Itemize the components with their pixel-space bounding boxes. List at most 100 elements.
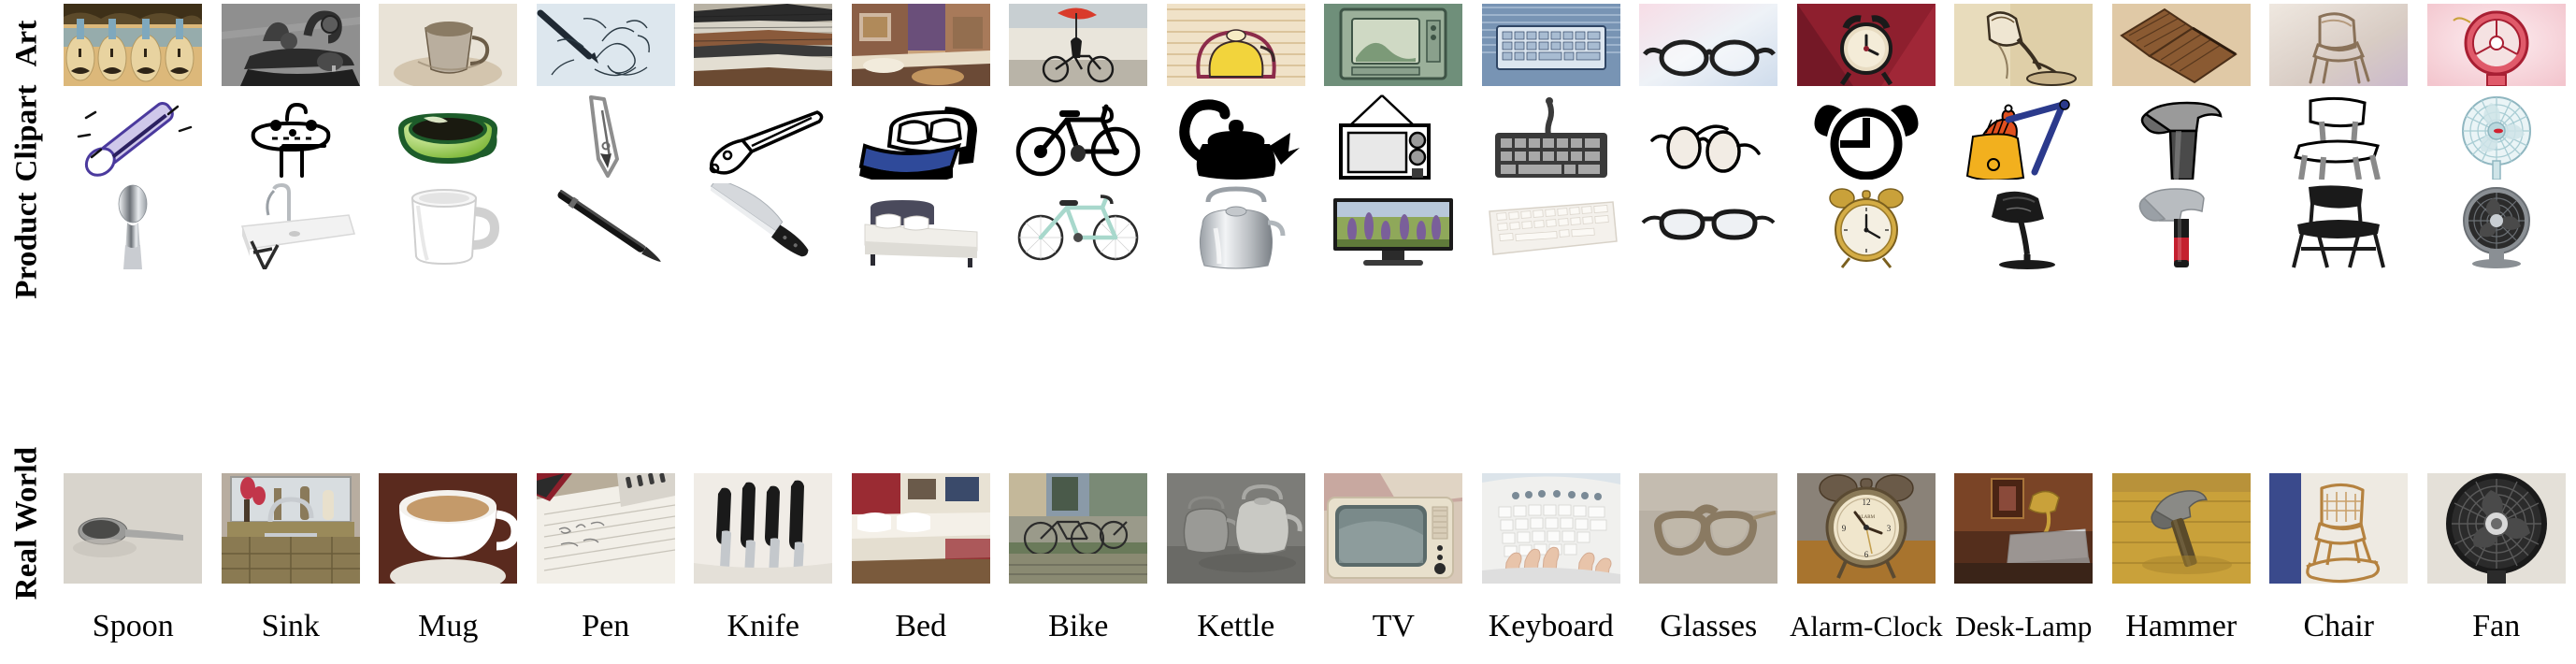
cell-product-chair[interactable] (2260, 183, 2418, 269)
cell-clipart-desk-lamp[interactable] (1945, 94, 2103, 180)
cell-clipart-bike[interactable] (1000, 94, 1158, 180)
art-chair-image (2269, 4, 2409, 86)
row-label-art: Art (0, 0, 54, 86)
cell-real-world-hammer[interactable] (2103, 473, 2261, 584)
product-pen-image (537, 183, 675, 269)
cell-real-world-bed[interactable] (842, 473, 1000, 584)
cell-product-kettle[interactable] (1158, 183, 1316, 269)
column-label-tv: TV (1372, 609, 1415, 643)
column-label-keyboard: Keyboard (1488, 609, 1614, 643)
cell-real-world-desk-lamp[interactable] (1945, 473, 2103, 584)
cell-art-chair[interactable] (2260, 4, 2418, 86)
cell-art-kettle[interactable] (1158, 4, 1316, 86)
clipart-bike-image (1009, 94, 1147, 180)
cell-clipart-kettle[interactable] (1158, 94, 1316, 180)
cell-art-pen[interactable] (527, 4, 685, 86)
art-mug-image (379, 4, 518, 86)
column-label-kettle: Kettle (1197, 609, 1275, 643)
row-label-real-world: Real World (0, 440, 54, 606)
cell-real-world-mug[interactable] (369, 473, 527, 584)
cell-real-world-alarm-clock[interactable]: 12 3 6 9 ALARM (1788, 473, 1946, 584)
cell-real-world-glasses[interactable] (1630, 473, 1788, 584)
cell-real-world-spoon[interactable] (54, 473, 212, 584)
cell-art-mug[interactable] (369, 4, 527, 86)
cell-clipart-fan[interactable] (2418, 94, 2576, 180)
art-knife-image (694, 4, 833, 86)
clipart-knife-image (694, 94, 832, 180)
cell-product-hammer[interactable] (2103, 183, 2261, 269)
cell-product-fan[interactable] (2418, 183, 2576, 269)
cell-clipart-hammer[interactable] (2103, 94, 2261, 180)
cell-product-sink[interactable] (212, 183, 370, 269)
cell-clipart-alarm-clock[interactable] (1788, 94, 1946, 180)
cell-product-spoon[interactable] (54, 183, 212, 269)
cell-art-keyboard[interactable] (1473, 4, 1631, 86)
cell-art-sink[interactable] (212, 4, 370, 86)
cell-art-hammer[interactable] (2103, 4, 2261, 86)
cell-product-bed[interactable] (842, 183, 1000, 269)
cell-clipart-sink[interactable] (212, 94, 370, 180)
grid-row-real-world: 12 3 6 9 ALARM (54, 473, 2576, 584)
art-keyboard-image (1481, 4, 1620, 86)
cell-clipart-chair[interactable] (2260, 94, 2418, 180)
column-label-glasses: Glasses (1660, 609, 1758, 643)
cell-clipart-spoon[interactable] (54, 94, 212, 180)
art-alarm-clock-image (1796, 4, 1936, 86)
cell-clipart-knife[interactable] (684, 94, 842, 180)
cell-product-bike[interactable] (1000, 183, 1158, 269)
cell-real-world-fan[interactable] (2418, 473, 2576, 584)
cell-art-alarm-clock[interactable] (1788, 4, 1946, 86)
cell-product-knife[interactable] (684, 183, 842, 269)
cell-product-glasses[interactable] (1630, 183, 1788, 269)
product-bike-image (1009, 183, 1147, 269)
real-world-bike-image (1009, 473, 1148, 584)
cell-clipart-bed[interactable] (842, 94, 1000, 180)
product-hammer-image (2112, 183, 2251, 269)
cell-clipart-keyboard[interactable] (1473, 94, 1631, 180)
cell-art-bed[interactable] (842, 4, 1000, 86)
cell-art-fan[interactable] (2418, 4, 2576, 86)
column-label-desk-lamp: Desk-Lamp (1955, 610, 2093, 642)
cell-real-world-chair[interactable] (2260, 473, 2418, 584)
cell-clipart-glasses[interactable] (1630, 94, 1788, 180)
cell-clipart-pen[interactable] (527, 94, 685, 180)
svg-text:3: 3 (1887, 524, 1892, 533)
clipart-chair-image (2269, 94, 2408, 180)
clipart-glasses-image (1639, 94, 1777, 180)
cell-real-world-sink[interactable] (212, 473, 370, 584)
cell-art-spoon[interactable] (54, 4, 212, 86)
cell-product-desk-lamp[interactable] (1945, 183, 2103, 269)
cell-product-pen[interactable] (527, 183, 685, 269)
real-world-kettle-image (1166, 473, 1305, 584)
cell-real-world-knife[interactable] (684, 473, 842, 584)
cell-art-bike[interactable] (1000, 4, 1158, 86)
column-label-sink: Sink (261, 609, 320, 643)
column-label-mug: Mug (418, 609, 479, 643)
cell-real-world-tv[interactable] (1315, 473, 1473, 584)
real-world-hammer-image (2111, 473, 2251, 584)
cell-clipart-tv[interactable] (1315, 94, 1473, 180)
cell-art-knife[interactable] (684, 4, 842, 86)
cell-art-tv[interactable] (1315, 4, 1473, 86)
cell-product-keyboard[interactable] (1473, 183, 1631, 269)
cell-product-mug[interactable] (369, 183, 527, 269)
cell-product-tv[interactable] (1315, 183, 1473, 269)
clipart-sink-image (222, 94, 360, 180)
cell-real-world-keyboard[interactable] (1473, 473, 1631, 584)
cell-product-alarm-clock[interactable] (1788, 183, 1946, 269)
row-label-clipart-text: Clipart (9, 83, 44, 182)
art-tv-image (1324, 4, 1463, 86)
cell-real-world-bike[interactable] (1000, 473, 1158, 584)
cell-real-world-pen[interactable] (527, 473, 685, 584)
art-bike-image (1009, 4, 1148, 86)
product-knife-image (694, 183, 832, 269)
cell-clipart-mug[interactable] (369, 94, 527, 180)
clipart-kettle-image (1167, 94, 1305, 180)
cell-art-glasses[interactable] (1630, 4, 1788, 86)
cell-real-world-kett[interactable] (1158, 473, 1316, 584)
column-label-knife: Knife (727, 609, 799, 643)
art-glasses-image (1639, 4, 1778, 86)
column-label-spoon: Spoon (92, 609, 174, 643)
real-world-chair-image (2269, 473, 2409, 584)
cell-art-desk-lamp[interactable] (1945, 4, 2103, 86)
